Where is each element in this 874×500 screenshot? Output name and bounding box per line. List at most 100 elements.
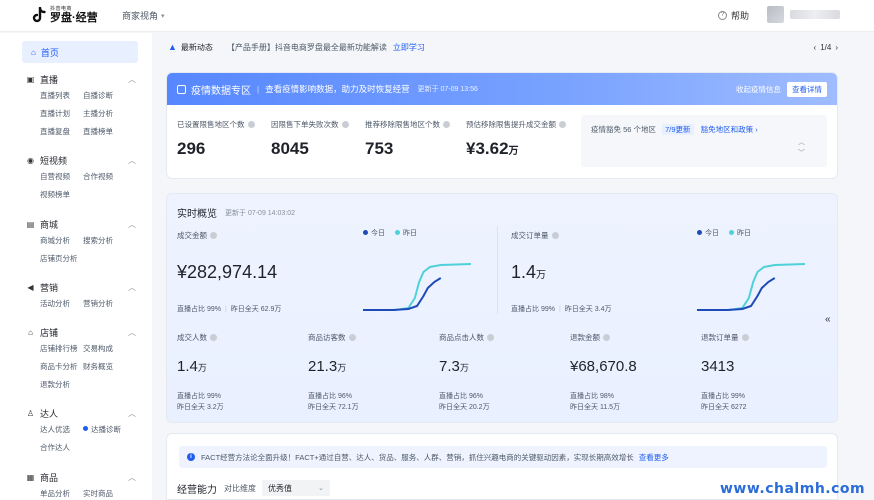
- news-link[interactable]: 立即学习: [393, 42, 425, 53]
- panel-label-text: 成交订单量: [511, 231, 549, 240]
- sidebar-sub-item[interactable]: 自播诊断: [83, 87, 126, 105]
- legend-yesterday: 昨日: [395, 228, 417, 238]
- realtime-title: 实时概览: [177, 209, 217, 220]
- dimension-select[interactable]: 优秀值 ⌄: [262, 480, 330, 496]
- prev-icon[interactable]: ‹: [814, 43, 817, 52]
- sidebar-group: ♙ 达人 ︿ 达人优选 达播诊断 合作达人: [26, 406, 136, 457]
- chevron-up-icon[interactable]: ︿: [128, 219, 136, 230]
- chevron-up-icon[interactable]: ︿: [128, 408, 136, 419]
- collapse-epidemic-button[interactable]: 收起疫情信息: [736, 84, 781, 95]
- metric-unit: 万: [508, 146, 519, 157]
- chevron-up-icon[interactable]: ︿: [128, 282, 136, 293]
- sidebar-sub-item[interactable]: 直播榜单: [83, 123, 126, 141]
- metric-label-text: 退款金额: [570, 333, 600, 342]
- sidebar-sub-item[interactable]: 营销分析: [83, 295, 126, 313]
- sidebar-item-home[interactable]: ⌂ 首页: [22, 41, 138, 63]
- info-icon[interactable]: [487, 334, 494, 341]
- sidebar-sub-item[interactable]: 搜索分析: [83, 232, 126, 250]
- sidebar-sub-items: 直播列表 自播诊断 直播计划 主播分析 直播复盘 直播榜单: [40, 87, 136, 141]
- sidebar-group-label: 店铺: [40, 327, 59, 338]
- metric-value: 7.3万: [439, 358, 569, 375]
- next-icon[interactable]: ›: [835, 43, 838, 52]
- metric-unit: 万: [459, 363, 469, 373]
- info-icon[interactable]: [348, 334, 356, 341]
- info-icon[interactable]: [210, 232, 217, 239]
- sidebar-group-header[interactable]: ♙ 达人 ︿: [26, 406, 136, 420]
- help-button[interactable]: ? 帮助: [718, 9, 749, 22]
- panel-number: 1.4: [511, 262, 537, 282]
- sidebar-group-header[interactable]: ▦ 商品 ︿: [26, 470, 136, 484]
- role-label: 商家视角: [122, 11, 159, 21]
- sidebar-sub-item[interactable]: 退款分析: [40, 376, 83, 394]
- info-icon[interactable]: [341, 121, 349, 128]
- metric-number: 1.4: [177, 358, 198, 375]
- info-icon[interactable]: [247, 121, 255, 128]
- sidebar-sub-item[interactable]: 合作达人: [40, 439, 83, 457]
- role-selector[interactable]: 商家视角 ▾: [122, 9, 165, 22]
- epidemic-subtitle: 查看疫情影响数据，助力及时恢复经营: [265, 84, 410, 94]
- info-icon[interactable]: [443, 121, 450, 128]
- sidebar-sub-item[interactable]: 直播列表: [40, 87, 83, 105]
- sidebar-sub-item[interactable]: 商城分析: [40, 232, 83, 250]
- sidebar-sub-item[interactable]: 主播分析: [83, 105, 126, 123]
- dimension-label: 对比维度: [224, 483, 256, 493]
- metric-label-text: 商品访客数: [308, 333, 346, 342]
- view-details-button[interactable]: 查看详情: [787, 81, 827, 97]
- sidebar-sub-item[interactable]: 财务概览: [83, 358, 126, 376]
- sidebar-sub-item[interactable]: 店铺页分析: [40, 250, 83, 268]
- epidemic-metric: 因限售下单失败次数 8045: [271, 119, 349, 159]
- metric-value: ¥68,670.8: [570, 358, 700, 375]
- sidebar-group-header[interactable]: ▣ 直播 ︿: [26, 72, 136, 86]
- logo[interactable]: 抖音电商 罗盘·经营: [32, 7, 122, 24]
- metric-label: 预估移除限售提升成交金额: [466, 119, 566, 130]
- fact-more-link[interactable]: 查看更多: [639, 452, 669, 463]
- metric-label-text: 退款订单量: [701, 333, 739, 342]
- sidebar-sub-item[interactable]: 直播计划: [40, 105, 83, 123]
- chevron-up-icon[interactable]: ︿: [128, 155, 136, 166]
- fact-text: FACT经营方法论全面升级！FACT+通过自营、达人、货品、服务、人群、营销，抓…: [201, 452, 634, 462]
- realtime-metric: 商品点击人数 7.3万 直播占比 96% 昨日全天 20.2万: [439, 332, 569, 413]
- metric-number: ¥68,670.8: [570, 358, 637, 375]
- chevron-up-icon[interactable]: ︿: [128, 327, 136, 338]
- metric-value: 296: [177, 139, 255, 159]
- sidebar-sub-item[interactable]: 店铺排行榜: [40, 340, 83, 358]
- news-text[interactable]: 【产品手册】抖音电商罗盘最全最新功能解读: [227, 42, 387, 53]
- metric-ratio: 直播占比 99%: [701, 393, 745, 400]
- sidebar-group-header[interactable]: ◀ 营销 ︿: [26, 280, 136, 294]
- sidebar-sub-item[interactable]: 直播复盘: [40, 123, 83, 141]
- collapse-side-icon[interactable]: «: [825, 314, 831, 325]
- sidebar-sub-item[interactable]: 单品分析: [40, 485, 83, 500]
- info-icon[interactable]: [741, 334, 749, 341]
- sidebar-sub-item[interactable]: 交易构成: [83, 340, 126, 358]
- sidebar-group-header[interactable]: ⌂ 店铺 ︿: [26, 325, 136, 339]
- exempt-policy-link[interactable]: 豁免地区和政策 ›: [701, 125, 758, 134]
- epidemic-header: 疫情数据专区 | 查看疫情影响数据，助力及时恢复经营 更新于 07-09 13:…: [167, 73, 837, 105]
- sidebar-sub-item[interactable]: 自营视频: [40, 168, 83, 186]
- yesterday-line: [697, 263, 806, 311]
- chevron-up-icon[interactable]: ︿: [128, 472, 136, 483]
- info-icon[interactable]: [551, 232, 559, 239]
- info-icon[interactable]: [603, 334, 610, 341]
- info-icon[interactable]: [559, 121, 566, 128]
- metric-value: 8045: [271, 139, 349, 159]
- sidebar-sub-item[interactable]: 达人优选: [40, 421, 83, 439]
- chevron-up-icon[interactable]: ︿: [128, 74, 136, 85]
- sidebar-sub-item[interactable]: 视频榜单: [40, 186, 83, 204]
- metric-unit: 万: [337, 363, 347, 373]
- sidebar-group-header[interactable]: ◉ 短视频 ︿: [26, 153, 136, 167]
- fact-banner: i FACT经营方法论全面升级！FACT+通过自营、达人、货品、服务、人群、营销…: [179, 446, 827, 468]
- sidebar-sub-item[interactable]: 商品卡分析: [40, 358, 83, 376]
- panel-number: ¥282,974.14: [177, 262, 278, 282]
- sidebar-sub-item[interactable]: 合作视频: [83, 168, 126, 186]
- user-menu[interactable]: [767, 6, 840, 23]
- metric-number: 296: [177, 139, 206, 158]
- sidebar-sub-item[interactable]: 实时商品: [83, 485, 126, 500]
- sidebar-sub-item[interactable]: 达播诊断: [83, 421, 126, 439]
- realtime-updated: 更新于 07-09 14:03:02: [225, 209, 296, 217]
- info-icon[interactable]: [210, 334, 217, 341]
- scroll-arrows-icon[interactable]: ︿ ﹀: [798, 137, 805, 159]
- sidebar-sub-item[interactable]: 活动分析: [40, 295, 83, 313]
- metric-ratio: 直播占比 98%: [570, 393, 614, 400]
- sidebar-group-header[interactable]: ▤ 商城 ︿: [26, 217, 136, 231]
- epidemic-metric: 推荐移除限售地区个数 753: [365, 119, 450, 159]
